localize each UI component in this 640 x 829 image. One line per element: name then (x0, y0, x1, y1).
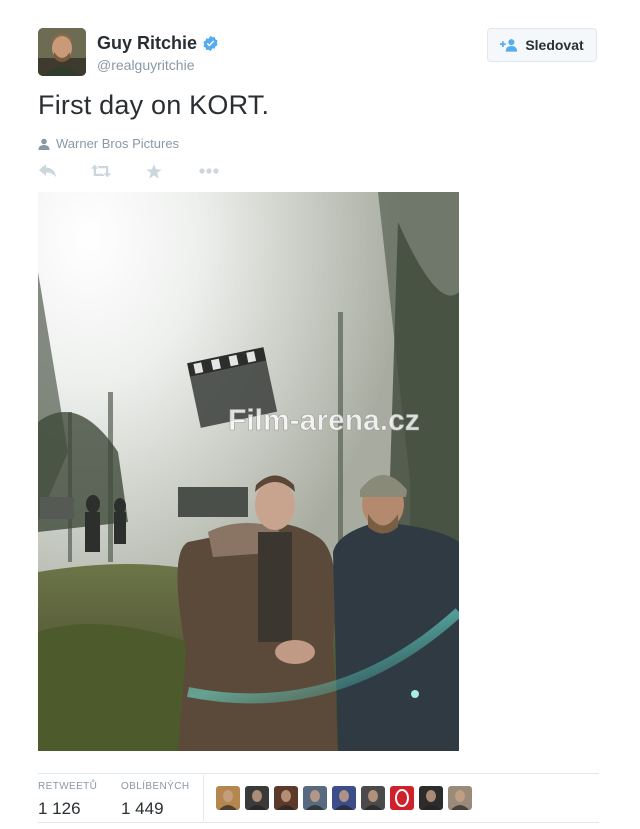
liker-avatar-3[interactable] (274, 786, 298, 810)
liker-avatar-6[interactable] (361, 786, 385, 810)
author-handle[interactable]: @realguyritchie (97, 57, 194, 73)
reply-icon (39, 164, 56, 177)
retweet-button[interactable] (91, 162, 111, 180)
stats-divider-bottom (38, 822, 599, 823)
liker-avatar-5[interactable] (332, 786, 356, 810)
retweets-label: RETWEETŮ (38, 781, 98, 792)
author-name-text[interactable]: Guy Ritchie (97, 33, 197, 54)
tweet-photo[interactable]: Film-arena.cz (38, 192, 459, 751)
tagged-user[interactable]: Warner Bros Pictures (38, 136, 179, 151)
stats-divider-vertical (203, 775, 204, 821)
retweets-stat[interactable]: RETWEETŮ 1 126 (38, 781, 97, 819)
person-icon (38, 138, 50, 150)
liker-avatar-9[interactable] (448, 786, 472, 810)
author-name[interactable]: Guy Ritchie (97, 33, 219, 54)
more-button[interactable] (199, 162, 219, 180)
favorites-stat[interactable]: OBLÍBENÝCH 1 449 (121, 781, 189, 819)
follow-button[interactable]: Sledovat (487, 28, 597, 62)
liker-avatar-8[interactable] (419, 786, 443, 810)
favorites-label: OBLÍBENÝCH (121, 781, 190, 792)
stats-divider-top (38, 773, 599, 774)
tweet-actions (38, 162, 219, 180)
liker-avatar-2[interactable] (245, 786, 269, 810)
liker-avatar-1[interactable] (216, 786, 240, 810)
follow-button-label: Sledovat (525, 37, 584, 53)
favorite-icon (146, 163, 162, 179)
author-avatar[interactable] (38, 28, 86, 76)
liker-avatar-7[interactable] (390, 786, 414, 810)
verified-badge-icon (203, 35, 218, 52)
favorite-button[interactable] (144, 162, 164, 180)
retweets-count: 1 126 (38, 799, 81, 818)
add-user-icon (500, 39, 518, 52)
photo-watermark: Film-arena.cz (228, 404, 420, 437)
tagged-user-label: Warner Bros Pictures (56, 136, 180, 151)
retweet-icon (91, 164, 111, 178)
reply-button[interactable] (38, 162, 58, 180)
favorited-by-avatars (216, 786, 472, 810)
liker-avatar-4[interactable] (303, 786, 327, 810)
tweet-text: First day on KORT. (38, 90, 270, 120)
favorites-count: 1 449 (121, 799, 164, 818)
more-icon (199, 168, 219, 174)
